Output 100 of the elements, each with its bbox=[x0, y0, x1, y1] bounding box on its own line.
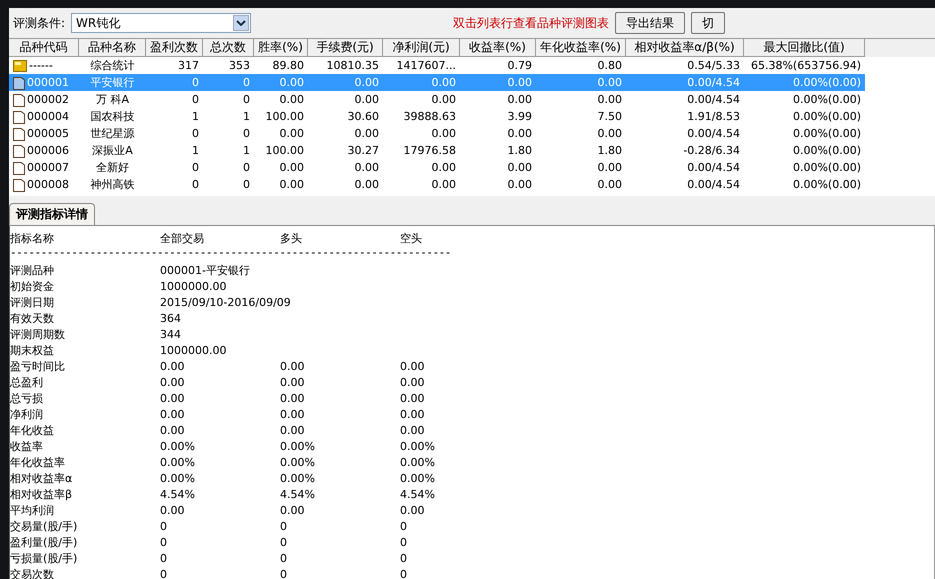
column-header[interactable]: 最大回撤比(值) bbox=[744, 39, 865, 57]
metric-value: 0 bbox=[400, 568, 407, 579]
column-header[interactable]: 年化收益率(%) bbox=[536, 39, 626, 57]
metric-value: 000001-平安银行 bbox=[160, 262, 250, 278]
metric-value: 4.54% bbox=[400, 488, 435, 500]
metric-value: 0 bbox=[280, 520, 287, 532]
metric-value: 4.54% bbox=[160, 488, 195, 500]
table-cell: 0 bbox=[192, 76, 199, 89]
metric-value: 0.00 bbox=[160, 408, 184, 420]
toolbar-button[interactable]: 导出结果 bbox=[615, 12, 685, 34]
table-cell: 0 bbox=[192, 127, 199, 140]
table-cell: 1 bbox=[243, 110, 250, 123]
metric-value: 364 bbox=[160, 312, 181, 324]
table-cell: 0.00 bbox=[508, 178, 532, 191]
table-row[interactable]: 000008 神州高铁 0 0 0.00 0.00 0.00 0.00 0.00 0.00/4.54 0.00%(0.00) bbox=[9, 176, 865, 193]
table-cell: 0.00/4.54 bbox=[687, 127, 740, 140]
metric-value: 0.00% bbox=[400, 440, 435, 452]
table-cell: 0.00/4.54 bbox=[687, 178, 740, 191]
table-row[interactable]: 000005 世纪星源 0 0 0.00 0.00 0.00 0.00 0.00 0.00/4.54 0.00%(0.00) bbox=[9, 125, 865, 142]
column-header[interactable]: 净利润(元) bbox=[383, 39, 460, 57]
metric-name: 期末权益 bbox=[10, 342, 54, 358]
table-cell: 1417607... bbox=[396, 59, 456, 72]
metric-value: 0.00% bbox=[160, 472, 195, 484]
metric-name: 亏损量(股/手) bbox=[10, 550, 78, 566]
table-cell: 0.00 bbox=[508, 93, 532, 106]
table-cell: 39888.63 bbox=[404, 110, 456, 123]
metric-value: 0.00 bbox=[280, 360, 304, 372]
column-header[interactable]: 胜率(%) bbox=[254, 39, 308, 57]
table-row[interactable]: 000006 深振业A 1 1 100.00 30.27 17976.58 1.80 1.80 -0.28/6.34 0.00%(0.00) bbox=[9, 142, 865, 159]
table-cell: 0.00%(0.00) bbox=[792, 93, 861, 106]
toolbar-button[interactable]: 切 bbox=[691, 12, 725, 34]
column-header[interactable]: 品种代码 bbox=[9, 39, 79, 57]
metric-name: 评测日期 bbox=[10, 294, 54, 310]
column-header[interactable]: 盈利次数 bbox=[146, 39, 203, 57]
metric-name: 净利润 bbox=[10, 406, 43, 422]
column-header[interactable]: 总次数 bbox=[203, 39, 254, 57]
metric-value: 0.00% bbox=[400, 456, 435, 468]
table-cell: 30.60 bbox=[348, 110, 379, 123]
detail-header: 多头 bbox=[280, 230, 302, 246]
table-cell: 30.27 bbox=[348, 144, 379, 157]
metric-value: 1000000.00 bbox=[160, 344, 226, 356]
table-cell: 0 bbox=[243, 161, 250, 174]
metric-value: 0.00% bbox=[280, 440, 315, 452]
metric-name: 总亏损 bbox=[10, 390, 43, 406]
metric-value: 0 bbox=[280, 536, 287, 548]
table-cell: 89.80 bbox=[272, 59, 304, 72]
table-cell: 万 科A bbox=[96, 92, 130, 107]
metric-value: 0.00 bbox=[160, 424, 184, 436]
metric-value: 0.00 bbox=[400, 504, 424, 516]
column-header[interactable]: 相对收益率α/β(%) bbox=[626, 39, 744, 57]
metric-value: 0.00 bbox=[280, 392, 304, 404]
metric-value: 0.00 bbox=[280, 504, 304, 516]
metric-value: 0.00% bbox=[160, 456, 195, 468]
table-cell: 0.00 bbox=[598, 178, 622, 191]
metric-value: 0 bbox=[280, 568, 287, 579]
table-row[interactable]: ------ 综合统计 317 353 89.80 10810.35 1417607... 0.79 0.80 0.54/5.33 65.38%(653756.94) bbox=[9, 57, 865, 74]
metric-value: 0.00% bbox=[400, 472, 435, 484]
table-row[interactable]: 000004 国农科技 1 1 100.00 30.60 39888.63 3.99 7.50 1.91/8.53 0.00%(0.00) bbox=[9, 108, 865, 125]
table-cell: 7.50 bbox=[598, 110, 622, 123]
metric-name: 平均利润 bbox=[10, 502, 54, 518]
table-cell: 317 bbox=[178, 59, 199, 72]
metric-value: 0 bbox=[160, 520, 167, 532]
metric-name: 有效天数 bbox=[10, 310, 54, 326]
table-cell: 0.00 bbox=[432, 178, 456, 191]
column-header[interactable]: 品种名称 bbox=[79, 39, 146, 57]
metric-value: 0 bbox=[160, 536, 167, 548]
table-cell: 65.38%(653756.94) bbox=[750, 59, 861, 72]
column-header[interactable]: 收益率(%) bbox=[460, 39, 536, 57]
folder-icon bbox=[13, 58, 27, 72]
table-cell: 0.00 bbox=[432, 76, 456, 89]
table-cell: 0 bbox=[243, 178, 250, 191]
metric-name: 评测品种 bbox=[10, 262, 54, 278]
table-cell: 1 bbox=[243, 144, 250, 157]
table-cell: 353 bbox=[229, 59, 250, 72]
column-header[interactable]: 手续费(元) bbox=[308, 39, 383, 57]
table-cell: 0.00 bbox=[280, 161, 304, 174]
table-cell: 神州高铁 bbox=[90, 177, 134, 192]
metric-value: 0.00 bbox=[160, 392, 184, 404]
table-cell: 0.00 bbox=[432, 161, 456, 174]
filter-label: 评测条件: bbox=[13, 14, 66, 32]
metric-value: 344 bbox=[160, 328, 181, 340]
table-cell: 0.54/5.33 bbox=[687, 59, 740, 72]
table-cell: 0.00 bbox=[280, 76, 304, 89]
table-cell: 0.00%(0.00) bbox=[792, 76, 861, 89]
table-cell: -0.28/6.34 bbox=[683, 144, 740, 157]
table-row[interactable]: 000007 全新好 0 0 0.00 0.00 0.00 0.00 0.00 0.00/4.54 0.00%(0.00) bbox=[9, 159, 865, 176]
table-cell: ------ bbox=[29, 59, 53, 72]
hint-text: 双击列表行查看品种评测图表 bbox=[453, 14, 609, 32]
detail-tab[interactable]: 评测指标详情 bbox=[9, 203, 95, 225]
table-cell: 全新好 bbox=[96, 160, 129, 175]
table-cell: 000005 bbox=[27, 127, 69, 140]
metric-name: 年化收益 bbox=[10, 422, 54, 438]
table-cell: 综合统计 bbox=[90, 58, 134, 73]
table-row[interactable]: 000002 万 科A 0 0 0.00 0.00 0.00 0.00 0.00 0.00/4.54 0.00%(0.00) bbox=[9, 91, 865, 108]
table-cell: 0.00 bbox=[598, 76, 622, 89]
metric-name: 初始资金 bbox=[10, 278, 54, 294]
filter-dropdown[interactable]: WR钝化 bbox=[71, 13, 252, 33]
document-icon bbox=[13, 144, 25, 158]
table-cell: 0.00 bbox=[280, 93, 304, 106]
table-cell: 0.80 bbox=[598, 59, 622, 72]
